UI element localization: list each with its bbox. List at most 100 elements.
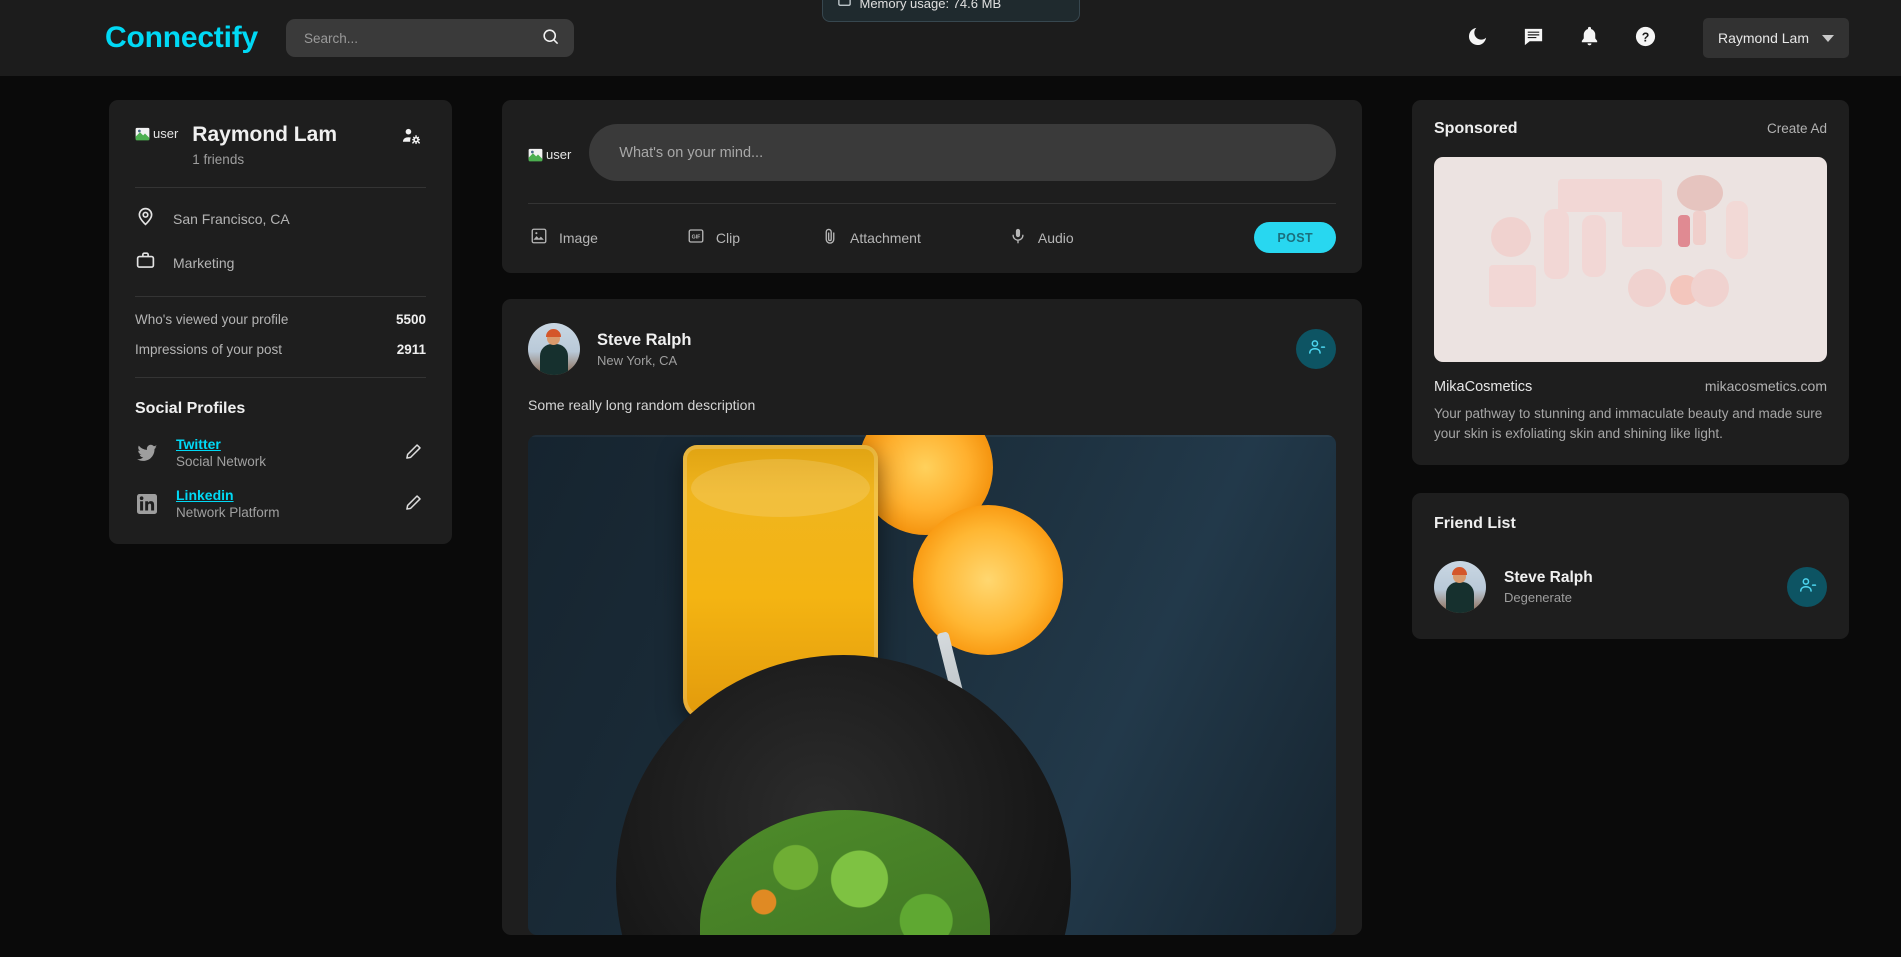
search-button[interactable] [541,27,560,49]
social-profiles-title: Social Profiles [135,400,246,418]
message-icon [1522,25,1545,51]
stat-value: 5500 [395,312,426,328]
add-image-label: Image [559,229,598,246]
profile-occupation: Marketing [173,255,235,272]
remove-friend-button[interactable] [1296,329,1336,369]
linkedin-link[interactable]: Linkedin [176,487,280,503]
create-ad-link[interactable]: Create Ad [1767,121,1827,136]
sponsored-url[interactable]: mikacosmetics.com [1705,378,1827,394]
dark-mode-toggle[interactable] [1465,25,1491,51]
right-column: Sponsored Create Ad MikaCosmetics mikaco… [1412,100,1849,957]
help-icon: ? [1634,25,1657,51]
profile-identity: Raymond Lam 1 friends [192,122,337,167]
profile-avatar-alt-text: user [153,126,179,141]
post-image[interactable] [528,435,1336,935]
composer-avatar-alt-text: user [546,147,572,162]
friend-list-title: Friend List [1434,515,1516,533]
manage-account-icon [401,126,422,150]
sponsored-title: Sponsored [1434,120,1518,137]
broken-image-icon [528,147,543,162]
composer-input-row: user [528,124,1336,181]
profile-occupation-row: Marketing [135,250,426,276]
post-button[interactable]: POST [1254,222,1336,253]
edit-icon [404,442,423,464]
search-box[interactable] [286,19,575,57]
sponsored-card: Sponsored Create Ad MikaCosmetics mikaco… [1412,100,1849,466]
profile-name: Raymond Lam [192,123,337,146]
briefcase-icon [135,250,156,276]
post-author-location: New York, CA [597,352,678,368]
social-row-linkedin: Linkedin Network Platform [135,487,426,520]
friend-avatar[interactable] [1434,561,1486,614]
stat-row: Impressions of your post 2911 [135,342,426,357]
post-header: Steve Ralph New York, CA [528,323,1336,375]
stat-label: Who's viewed your profile [135,312,289,328]
remove-friend-icon [1307,338,1326,360]
left-column: user Raymond Lam 1 friends San Francisco… [109,100,452,957]
composer-input[interactable] [589,124,1336,181]
profile-location: San Francisco, CA [173,211,290,228]
linkedin-description: Network Platform [176,505,280,521]
sponsored-brand: MikaCosmetics [1434,379,1533,395]
social-info: Linkedin Network Platform [176,487,280,520]
search-icon [541,27,560,49]
chevron-down-icon [1822,34,1834,42]
post-description: Some really long random description [528,397,756,413]
remove-friend-button[interactable] [1787,567,1827,608]
add-audio-button[interactable]: Audio [1009,227,1074,248]
bell-icon [1578,25,1601,51]
friend-name: Steve Ralph [1504,569,1593,587]
add-clip-button[interactable]: GIF Clip [687,227,740,248]
add-image-button[interactable]: Image [530,227,598,248]
microphone-icon [1009,227,1027,248]
page-body: user Raymond Lam 1 friends San Francisco… [0,76,1901,957]
user-menu[interactable]: Raymond Lam [1702,18,1849,58]
post-author-avatar[interactable] [528,323,580,375]
stat-row: Who's viewed your profile 5500 [135,312,426,327]
memory-usage-toast: Memory usage: 74.6 MB [821,0,1080,22]
sponsored-description: Your pathway to stunning and immaculate … [1434,406,1823,441]
add-audio-label: Audio [1037,229,1074,246]
memory-usage-text: Memory usage: 74.6 MB [859,0,1002,11]
composer-actions: Image GIF Clip Attachment Audio POST [528,222,1336,253]
divider [135,296,426,298]
memory-icon [837,0,852,12]
divider [528,203,1336,204]
twitter-link[interactable]: Twitter [176,436,266,452]
profile-card: user Raymond Lam 1 friends San Francisco… [109,100,452,545]
edit-twitter-button[interactable] [401,439,426,467]
divider [135,187,426,189]
notifications-button[interactable] [1577,25,1603,51]
social-info: Twitter Social Network [176,436,266,469]
paperclip-icon [821,227,839,248]
broken-image-icon [135,126,150,141]
main-feed-column: user Image [502,100,1362,957]
post-composer: user Image [502,100,1362,273]
twitter-description: Social Network [176,454,267,470]
add-attachment-button[interactable]: Attachment [821,227,921,248]
add-attachment-label: Attachment [850,229,921,246]
linkedin-icon [135,492,159,516]
feed-post: Steve Ralph New York, CA Some really lon… [502,299,1362,935]
edit-linkedin-button[interactable] [401,490,426,518]
social-row-twitter: Twitter Social Network [135,436,426,469]
search-input[interactable] [304,30,542,46]
messages-button[interactable] [1521,25,1547,51]
help-button[interactable]: ? [1633,25,1659,51]
profile-avatar-broken-image: user [135,122,178,141]
profile-location-row: San Francisco, CA [135,206,426,232]
user-menu-label: Raymond Lam [1717,30,1809,46]
stat-value: 2911 [396,342,426,358]
add-clip-label: Clip [715,229,741,246]
sponsored-image[interactable] [1434,157,1827,362]
gif-clip-icon: GIF [687,227,705,248]
manage-account-button[interactable] [397,122,426,154]
friend-subtitle: Degenerate [1504,590,1572,606]
edit-icon [404,493,423,515]
app-logo[interactable]: Connectify [105,21,258,55]
post-author-info: Steve Ralph New York, CA [597,331,691,368]
sponsored-header: Sponsored Create Ad [1434,120,1827,138]
moon-icon [1466,25,1489,51]
composer-avatar-broken-image: user [528,143,571,162]
divider [135,377,426,379]
